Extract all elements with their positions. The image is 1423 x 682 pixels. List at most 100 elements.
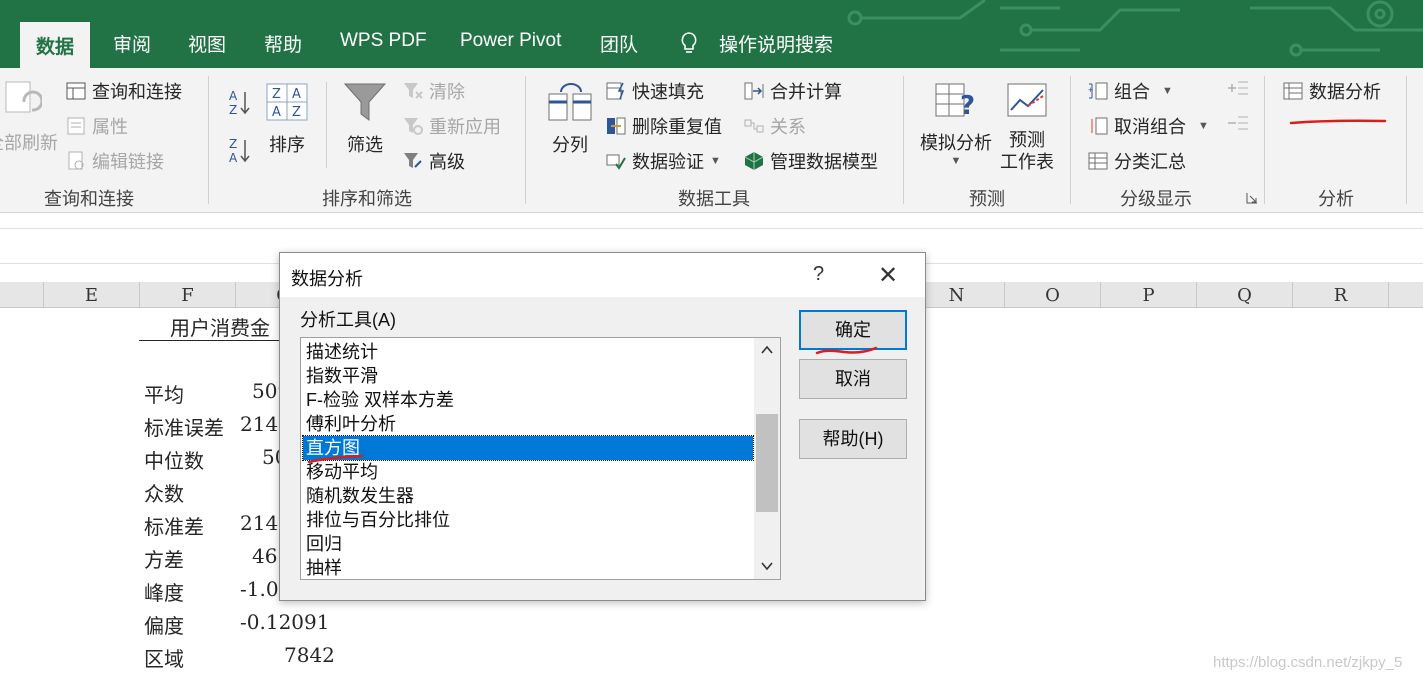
consolidate-button[interactable]: 合并计算 (744, 78, 842, 104)
consolidate-icon (744, 82, 764, 100)
manage-data-model-button[interactable]: 管理数据模型 (744, 148, 878, 174)
ungroup-button[interactable]: 取消组合 ▼ (1088, 113, 1209, 139)
stat-label-std-dev[interactable]: 标准差 (144, 511, 204, 540)
flash-fill-icon (606, 82, 625, 100)
group-button[interactable]: + 组合 ▼ (1088, 78, 1173, 104)
column-header-p[interactable]: P (1100, 282, 1196, 308)
tab-help[interactable]: 帮助 (264, 30, 302, 57)
text-to-columns-label: 分列 (552, 135, 588, 155)
stat-value-range[interactable]: 7842 (284, 643, 335, 667)
reapply-button[interactable]: 重新应用 (403, 113, 501, 139)
group-separator (1264, 76, 1265, 204)
chevron-down-icon[interactable]: ▼ (1198, 120, 1209, 132)
svg-text:A: A (272, 105, 281, 120)
flash-fill-button[interactable]: 快速填充 (606, 78, 704, 104)
help-button[interactable]: 帮助(H) (799, 419, 907, 459)
sort-a-z-icon[interactable]: A Z (228, 88, 250, 116)
list-item-random-number-generation[interactable]: 随机数发生器 (303, 484, 753, 508)
relationships-button[interactable]: 关系 (744, 113, 806, 139)
data-validation-button[interactable]: 数据验证 ▼ (606, 148, 721, 174)
show-detail-icon[interactable] (1226, 80, 1250, 100)
chevron-down-icon[interactable]: ▼ (710, 155, 721, 167)
query-connections-button[interactable]: 查询和连接 (66, 78, 182, 104)
svg-text:A: A (292, 87, 301, 102)
red-annotation-underline-ribbon (1289, 119, 1387, 125)
column-header-r[interactable]: R (1292, 282, 1388, 308)
advanced-filter-button[interactable]: 高级 (403, 148, 465, 174)
chevron-down-icon[interactable]: ▼ (1162, 85, 1173, 97)
dialog-title: 数据分析 (291, 269, 363, 289)
sort-z-a-icon[interactable]: Z A (228, 136, 250, 164)
clear-filter-button[interactable]: 清除 (403, 78, 465, 104)
stat-label-median[interactable]: 中位数 (144, 445, 204, 474)
analysis-tools-listbox[interactable]: 描述统计 指数平滑 F-检验 双样本方差 傅利叶分析 直方图 移动平均 随机数发… (300, 337, 781, 580)
table-icon (66, 82, 86, 100)
list-item-regression[interactable]: 回归 (303, 532, 753, 556)
group-label-query: 查询和连接 (44, 189, 134, 209)
list-item-moving-average[interactable]: 移动平均 (303, 460, 753, 484)
dialog-title-bar[interactable]: 数据分析 ? ✕ (280, 253, 925, 297)
text-to-columns-button[interactable]: 分列 (544, 82, 596, 157)
manage-model-label: 管理数据模型 (770, 152, 878, 172)
list-item-f-test[interactable]: F-检验 双样本方差 (303, 388, 753, 412)
properties-button[interactable]: 属性 (66, 113, 128, 139)
dialog-launcher-icon[interactable] (1246, 192, 1258, 204)
scrollbar-thumb[interactable] (756, 414, 778, 512)
stat-value-skewness[interactable]: -0.12091 (240, 610, 329, 634)
chevron-down-icon[interactable] (761, 560, 773, 572)
data-analysis-button[interactable]: 数据分析 (1283, 78, 1381, 104)
cancel-button[interactable]: 取消 (799, 359, 907, 399)
tab-view[interactable]: 视图 (188, 30, 226, 57)
tab-power-pivot[interactable]: Power Pivot (460, 30, 561, 52)
help-icon[interactable]: ? (813, 263, 824, 286)
filter-button[interactable]: 筛选 (340, 80, 390, 157)
sheet-title-cell[interactable]: 用户消费金 (170, 312, 270, 341)
column-header-e[interactable]: E (43, 282, 139, 308)
stat-label-skewness[interactable]: 偏度 (144, 610, 184, 639)
list-item-exponential-smoothing[interactable]: 指数平滑 (303, 364, 753, 388)
forecast-sheet-button[interactable]: 预测 工作表 (998, 80, 1056, 173)
stat-label-std-error[interactable]: 标准误差 (144, 412, 224, 441)
sort-icon: Z A A Z (266, 83, 308, 121)
column-header-partial[interactable] (1388, 282, 1423, 308)
data-validation-label: 数据验证 (632, 152, 704, 172)
tab-review[interactable]: 审阅 (113, 30, 151, 57)
group-label-sort-filter: 排序和筛选 (322, 189, 412, 209)
list-item-fourier-analysis[interactable]: 傅利叶分析 (303, 412, 753, 436)
stat-label-kurtosis[interactable]: 峰度 (144, 577, 184, 606)
stat-label-range[interactable]: 区域 (144, 643, 184, 672)
stat-value-std-error[interactable]: 214. (240, 412, 285, 436)
list-item-rank-and-percentile[interactable]: 排位与百分比排位 (303, 508, 753, 532)
sort-button[interactable]: Z A A Z 排序 (262, 82, 312, 157)
what-if-analysis-button[interactable]: ? 模拟分析 ▼ (916, 80, 996, 167)
column-header-f[interactable]: F (139, 282, 235, 308)
svg-text:Z: Z (229, 103, 237, 116)
ribbon-tab-bar: 数据 审阅 视图 帮助 WPS PDF Power Pivot 团队 操作说明搜… (0, 0, 1423, 68)
relationships-icon (744, 119, 764, 133)
chevron-down-icon[interactable]: ▼ (916, 155, 996, 167)
refresh-all-button[interactable]: 全部刷新 (0, 80, 62, 155)
subtotal-button[interactable]: 分类汇总 (1088, 148, 1186, 174)
close-icon[interactable]: ✕ (878, 261, 898, 290)
tell-me-search[interactable]: 操作说明搜索 (719, 30, 833, 57)
remove-duplicates-button[interactable]: 删除重复值 (606, 113, 722, 139)
tab-wps-pdf[interactable]: WPS PDF (340, 30, 427, 52)
stat-label-mode[interactable]: 众数 (144, 478, 184, 507)
tab-data[interactable]: 数据 (20, 22, 91, 68)
list-item-descriptive-statistics[interactable]: 描述统计 (303, 340, 753, 364)
stat-label-variance[interactable]: 方差 (144, 544, 184, 573)
column-header-o[interactable]: O (1004, 282, 1100, 308)
hide-detail-icon[interactable] (1226, 115, 1250, 135)
group-separator (208, 76, 209, 204)
group-separator (903, 76, 904, 204)
stat-value-kurtosis[interactable]: -1.0 (240, 577, 279, 601)
listbox-scrollbar[interactable] (754, 338, 780, 579)
consolidate-label: 合并计算 (770, 82, 842, 102)
tab-team[interactable]: 团队 (600, 30, 638, 57)
list-item-sampling[interactable]: 抽样 (303, 556, 753, 579)
chevron-up-icon[interactable] (761, 344, 773, 356)
list-item-histogram[interactable]: 直方图 (302, 435, 754, 461)
edit-links-button[interactable]: 编辑链接 (66, 148, 164, 174)
stat-label-mean[interactable]: 平均 (144, 379, 184, 408)
column-header-q[interactable]: Q (1196, 282, 1292, 308)
